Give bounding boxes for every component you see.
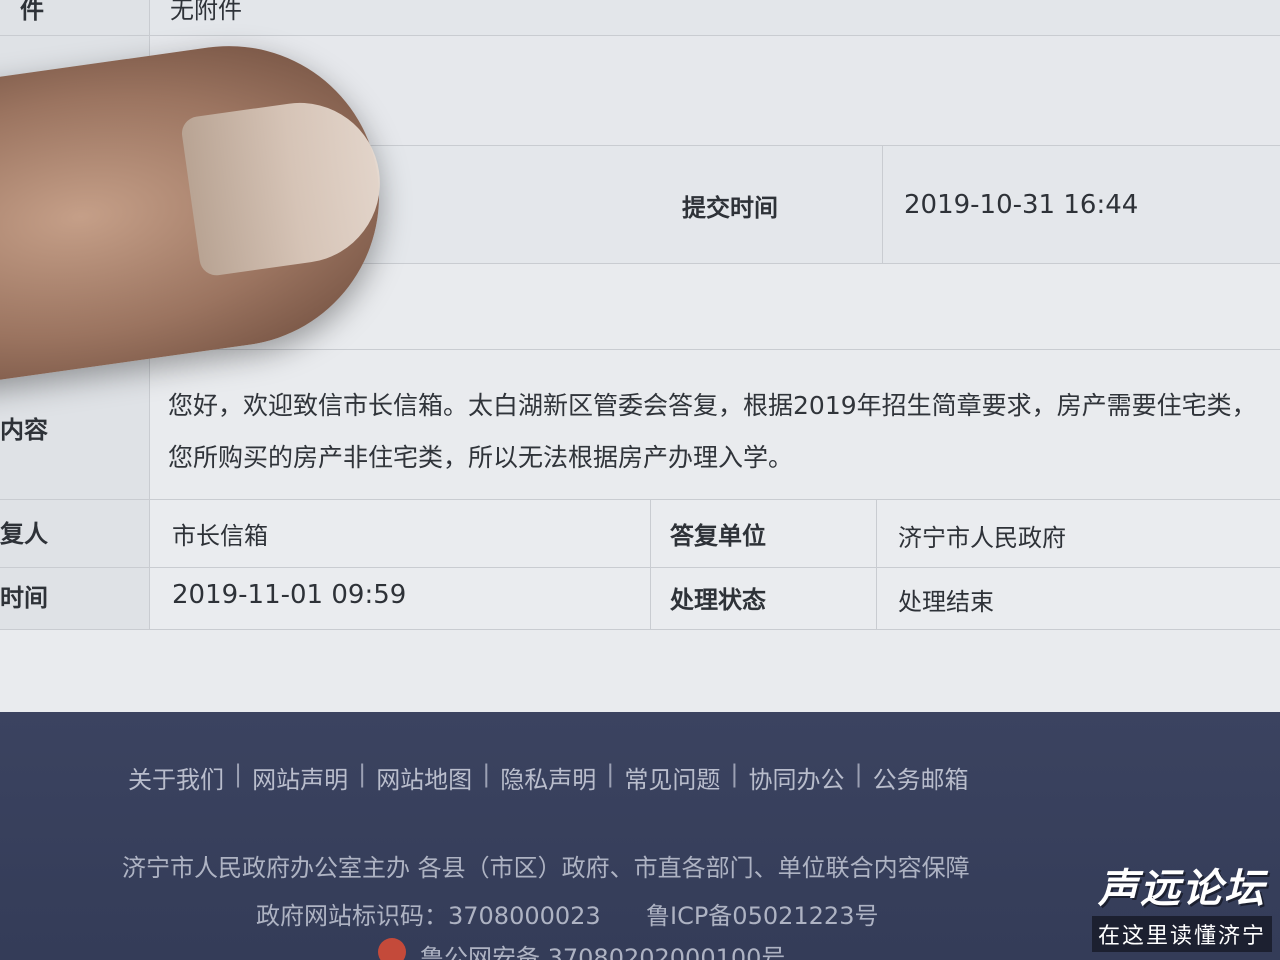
footer-link-faq[interactable]: 常见问题	[624, 760, 720, 795]
watermark-subtitle: 在这里读懂济宁	[1091, 916, 1272, 952]
footer-link-collab-office[interactable]: 协同办公	[748, 760, 844, 795]
footer-link-sitemap[interactable]: 网站地图	[376, 760, 472, 795]
cell-divider	[882, 146, 883, 263]
footer-separator: |	[854, 760, 863, 788]
footer-site-id: 政府网站标识码：3708000023	[256, 902, 601, 930]
replier-label: 复人	[0, 520, 48, 548]
replier-row: 复人 市长信箱 答复单位 济宁市人民政府	[0, 500, 1280, 568]
police-badge-icon	[378, 938, 406, 960]
footer-link-official-mail[interactable]: 公务邮箱	[873, 760, 969, 795]
attachment-row: 件 无附件	[0, 0, 1280, 36]
reply-unit-label: 答复单位	[670, 522, 766, 550]
status-value: 处理结束	[898, 588, 994, 616]
cell-divider	[876, 500, 877, 567]
replier-value: 市长信箱	[172, 522, 268, 550]
footer-link-about[interactable]: 关于我们	[128, 760, 224, 795]
footer-separator: |	[606, 760, 615, 788]
submit-time-label: 提交时间	[682, 194, 778, 222]
content-label: 内容	[0, 416, 48, 444]
page: 件 无附件 提交时间 2019-10-31 16:44 内容 您好，欢迎致信市长…	[0, 0, 1280, 960]
footer-police-record[interactable]: 鲁公网安备 37080202000100号	[420, 938, 785, 960]
reply-content-text: 您好，欢迎致信市长信箱。太白湖新区管委会答复，根据2019年招生简章要求，房产需…	[168, 391, 1257, 472]
reply-time-row: 时间 2019-11-01 09:59 处理状态 处理结束	[0, 568, 1280, 630]
cell-divider	[650, 500, 651, 567]
reply-time-label: 时间	[0, 584, 48, 612]
footer-separator: |	[234, 760, 243, 788]
watermark-title: 声远论坛	[1097, 866, 1266, 912]
site-footer: 关于我们 | 网站声明 | 网站地图 | 隐私声明 | 常见问题 | 协同办公 …	[0, 712, 1280, 960]
footer-icp[interactable]: 鲁ICP备05021223号	[646, 896, 878, 931]
attachment-label: 件	[20, 0, 44, 24]
footer-link-privacy[interactable]: 隐私声明	[500, 760, 596, 795]
reply-unit-value: 济宁市人民政府	[898, 524, 1066, 552]
reply-content-row: 内容 您好，欢迎致信市长信箱。太白湖新区管委会答复，根据2019年招生简章要求，…	[0, 350, 1280, 500]
footer-host-line: 济宁市人民政府办公室主办 各县（市区）政府、市直各部门、单位联合内容保障	[122, 854, 970, 882]
footer-separator: |	[482, 760, 491, 788]
footer-links: 关于我们 | 网站声明 | 网站地图 | 隐私声明 | 常见问题 | 协同办公 …	[128, 760, 969, 795]
cell-divider	[876, 568, 877, 629]
status-label: 处理状态	[670, 586, 766, 614]
submit-time-value: 2019-10-31 16:44	[904, 190, 1139, 220]
footer-separator: |	[358, 760, 367, 788]
attachment-value: 无附件	[170, 0, 242, 24]
cell-divider	[650, 568, 651, 629]
footer-separator: |	[730, 760, 739, 788]
forum-watermark: 声远论坛 在这里读懂济宁	[1091, 856, 1272, 952]
footer-link-statement[interactable]: 网站声明	[252, 760, 348, 795]
reply-time-value: 2019-11-01 09:59	[172, 580, 407, 610]
